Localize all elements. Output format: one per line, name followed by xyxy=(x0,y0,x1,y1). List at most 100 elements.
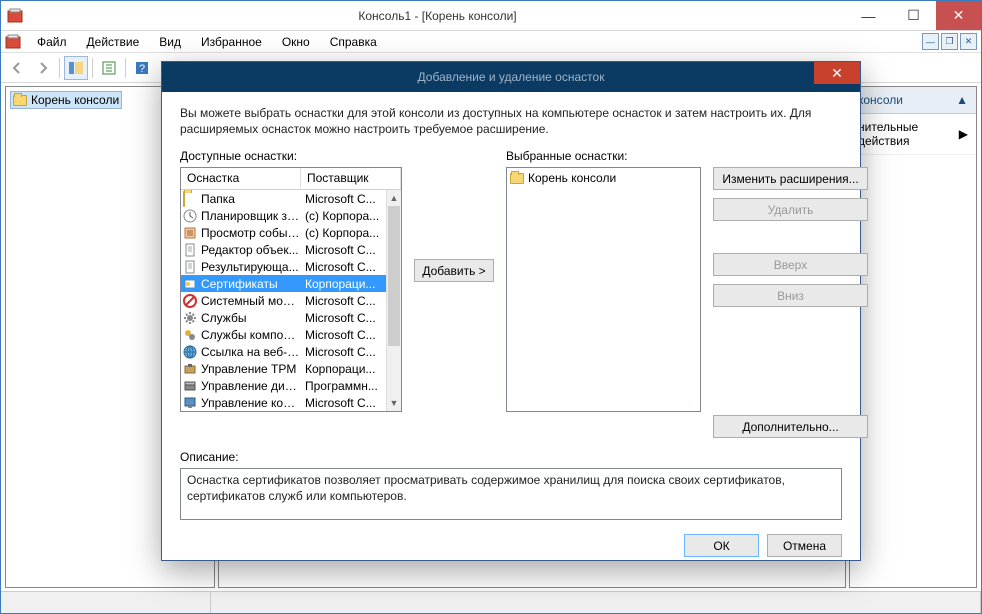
actions-header-label: консоли xyxy=(858,93,903,107)
gear-icon xyxy=(183,311,199,325)
change-extensions-button[interactable]: Изменить расширения... xyxy=(713,167,868,190)
snapin-vendor: Программн... xyxy=(301,379,386,393)
available-snapins-list[interactable]: Оснастка Поставщик ПапкаMicrosoft C...Пл… xyxy=(180,167,402,412)
svg-text:?: ? xyxy=(139,63,145,75)
window-controls: — ☐ ✕ xyxy=(846,1,981,30)
ok-button[interactable]: ОК xyxy=(684,534,759,557)
menu-favorites[interactable]: Избранное xyxy=(193,33,270,51)
snapin-vendor: Microsoft C... xyxy=(301,396,386,410)
dialog-body: Вы можете выбрать оснастки для этой конс… xyxy=(162,92,860,569)
snapin-vendor: (с) Корпора... xyxy=(301,209,386,223)
selected-snapins-list[interactable]: Корень консоли xyxy=(506,167,701,412)
snapin-name: Папка xyxy=(201,192,301,206)
mdi-close[interactable]: ✕ xyxy=(960,33,977,50)
help-button[interactable]: ? xyxy=(130,56,154,80)
doc-icon xyxy=(183,243,199,257)
snapin-name: Просмотр событий xyxy=(201,226,301,240)
snapin-name: Системный мони... xyxy=(201,294,301,308)
up-button[interactable]: Вверх xyxy=(713,253,868,276)
down-button[interactable]: Вниз xyxy=(713,284,868,307)
col-vendor[interactable]: Поставщик xyxy=(301,168,401,189)
folder-icon xyxy=(183,192,199,206)
snapin-row[interactable]: Результирующа...Microsoft C... xyxy=(181,258,386,275)
snapin-row[interactable]: Системный мони...Microsoft C... xyxy=(181,292,386,309)
description-label: Описание: xyxy=(180,450,842,464)
add-button[interactable]: Добавить > xyxy=(414,259,494,282)
delete-button[interactable]: Удалить xyxy=(713,198,868,221)
snapin-row[interactable]: Управление комп...Microsoft C... xyxy=(181,394,386,411)
globe-icon xyxy=(183,345,199,359)
snapin-row[interactable]: Службы компоне...Microsoft C... xyxy=(181,326,386,343)
snapin-row[interactable]: Управление диск...Программн... xyxy=(181,377,386,394)
selected-root-item[interactable]: Корень консоли xyxy=(509,170,698,186)
snapin-name: Управление диск... xyxy=(201,379,301,393)
dialog-title: Добавление и удаление оснасток xyxy=(418,70,605,84)
snapin-vendor: Microsoft C... xyxy=(301,294,386,308)
snapin-name: Управление TPM xyxy=(201,362,301,376)
menu-window[interactable]: Окно xyxy=(274,33,318,51)
expand-icon: ▶ xyxy=(959,127,968,141)
tree-root-item[interactable]: Корень консоли xyxy=(10,91,122,109)
menu-action[interactable]: Действие xyxy=(79,33,148,51)
list-header: Оснастка Поставщик xyxy=(181,168,401,190)
snapin-name: Службы компоне... xyxy=(201,328,301,342)
menu-help[interactable]: Справка xyxy=(322,33,385,51)
actions-extra-row[interactable]: нительные действия ▶ xyxy=(850,114,976,155)
mdi-restore[interactable]: ❐ xyxy=(941,33,958,50)
scroll-up-icon[interactable]: ▲ xyxy=(387,190,401,206)
back-button[interactable] xyxy=(5,56,29,80)
snapin-row[interactable]: Просмотр событий(с) Корпора... xyxy=(181,224,386,241)
doc-icon xyxy=(5,34,21,50)
snapin-row[interactable]: СертификатыКорпораци... xyxy=(181,275,386,292)
properties-button[interactable] xyxy=(97,56,121,80)
menu-view[interactable]: Вид xyxy=(151,33,189,51)
close-button[interactable]: ✕ xyxy=(936,1,981,30)
available-label: Доступные оснастки: xyxy=(180,149,402,163)
snapin-vendor: Microsoft C... xyxy=(301,328,386,342)
snapin-name: Сертификаты xyxy=(201,277,301,291)
event-icon xyxy=(183,226,199,240)
tree-root-label: Корень консоли xyxy=(31,93,119,107)
snapin-row[interactable]: СлужбыMicrosoft C... xyxy=(181,309,386,326)
snapin-name: Планировщик за... xyxy=(201,209,301,223)
col-name[interactable]: Оснастка xyxy=(181,168,301,189)
snapin-row[interactable]: Редактор объек...Microsoft C... xyxy=(181,241,386,258)
snapin-vendor: Microsoft C... xyxy=(301,311,386,325)
actions-header: консоли ▲ xyxy=(850,87,976,114)
collapse-icon[interactable]: ▲ xyxy=(956,93,968,107)
folder-icon xyxy=(13,95,27,106)
cancel-button[interactable]: Отмена xyxy=(767,534,842,557)
actions-extra-label: нительные действия xyxy=(858,120,959,148)
minimize-button[interactable]: — xyxy=(846,1,891,30)
show-tree-button[interactable] xyxy=(64,56,88,80)
snapin-name: Ссылка на веб-р... xyxy=(201,345,301,359)
scroll-down-icon[interactable]: ▼ xyxy=(387,395,401,411)
scroll-thumb[interactable] xyxy=(388,206,400,346)
folder-icon xyxy=(510,173,524,184)
snapin-name: Управление комп... xyxy=(201,396,301,410)
snapin-row[interactable]: Ссылка на веб-р...Microsoft C... xyxy=(181,343,386,360)
mdi-minimize[interactable]: — xyxy=(922,33,939,50)
app-icon xyxy=(7,8,23,24)
snapin-dialog: Добавление и удаление оснасток ✕ Вы може… xyxy=(161,61,861,561)
dialog-close-button[interactable]: ✕ xyxy=(814,62,860,84)
stop-icon xyxy=(183,294,199,308)
pc-icon xyxy=(183,396,199,410)
tpm-icon xyxy=(183,362,199,376)
forward-button[interactable] xyxy=(31,56,55,80)
snapin-row[interactable]: Планировщик за...(с) Корпора... xyxy=(181,207,386,224)
scrollbar[interactable]: ▲ ▼ xyxy=(386,190,401,411)
window-title: Консоль1 - [Корень консоли] xyxy=(29,9,846,23)
advanced-button[interactable]: Дополнительно... xyxy=(713,415,868,438)
snapin-row[interactable]: Управление TPMКорпораци... xyxy=(181,360,386,377)
menu-file[interactable]: Файл xyxy=(29,33,75,51)
dialog-footer: ОК Отмена xyxy=(180,534,842,557)
statusbar xyxy=(1,591,981,613)
snapin-row[interactable]: ПапкаMicrosoft C... xyxy=(181,190,386,207)
snapin-vendor: (с) Корпора... xyxy=(301,226,386,240)
snapin-vendor: Microsoft C... xyxy=(301,192,386,206)
snapin-vendor: Microsoft C... xyxy=(301,260,386,274)
actions-pane: консоли ▲ нительные действия ▶ xyxy=(849,86,977,588)
maximize-button[interactable]: ☐ xyxy=(891,1,936,30)
dialog-titlebar: Добавление и удаление оснасток ✕ xyxy=(162,62,860,92)
